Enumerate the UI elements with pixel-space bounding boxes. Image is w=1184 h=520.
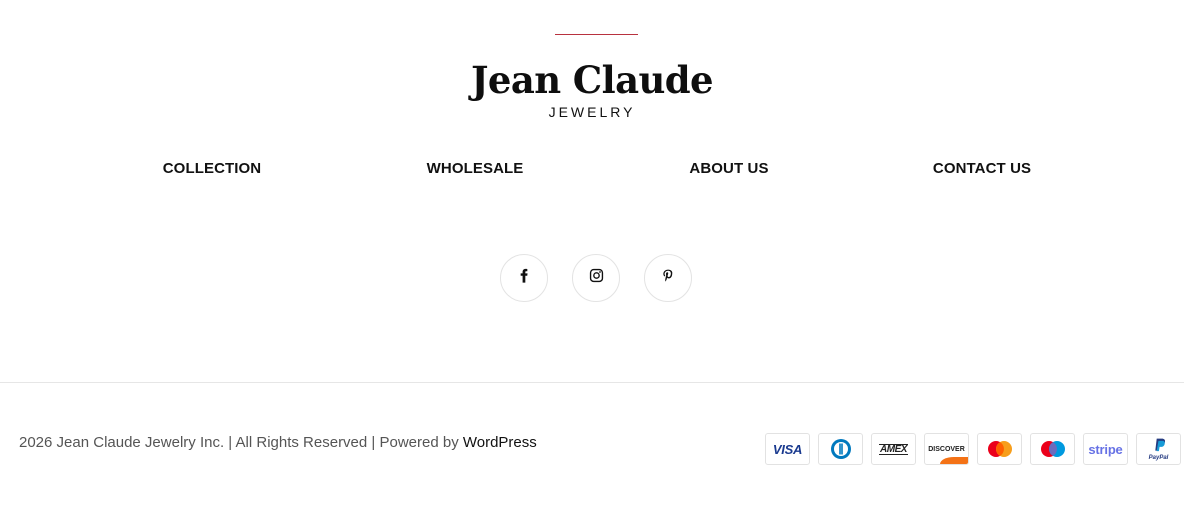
paypal-label: PayPal bbox=[1148, 455, 1169, 461]
amex-label: AMEX bbox=[879, 443, 908, 455]
nav-link-about-us[interactable]: ABOUT US bbox=[689, 160, 768, 177]
stripe-label: stripe bbox=[1088, 441, 1123, 457]
pinterest-button[interactable] bbox=[644, 254, 692, 302]
mastercard-icon bbox=[977, 433, 1022, 465]
discover-swoosh bbox=[940, 457, 968, 464]
nav-link-collection[interactable]: COLLECTION bbox=[163, 160, 262, 177]
diners-club-icon bbox=[818, 433, 863, 465]
instagram-button[interactable] bbox=[572, 254, 620, 302]
nav-link-contact-us[interactable]: CONTACT US bbox=[933, 160, 1031, 177]
footer-nav: COLLECTION WHOLESALE ABOUT US CONTACT US bbox=[0, 160, 1184, 182]
amex-icon: AMEX bbox=[871, 433, 916, 465]
discover-icon: DISCOVER bbox=[924, 433, 969, 465]
facebook-button[interactable] bbox=[500, 254, 548, 302]
wordpress-link[interactable]: WordPress bbox=[463, 434, 537, 451]
copyright-prefix: 2026 Jean Claude Jewelry Inc. | All Righ… bbox=[19, 434, 463, 451]
nav-link-wholesale[interactable]: WHOLESALE bbox=[427, 160, 524, 177]
footer-divider bbox=[0, 382, 1184, 383]
maestro-icon bbox=[1030, 433, 1075, 465]
visa-icon: VISA bbox=[765, 433, 810, 465]
instagram-icon bbox=[589, 268, 604, 288]
logo-tagline: JEWELRY bbox=[548, 104, 636, 120]
visa-label: VISA bbox=[772, 441, 803, 457]
paypal-icon: PayPal bbox=[1136, 433, 1181, 465]
pinterest-icon bbox=[661, 268, 675, 288]
site-logo[interactable]: Jean Claude JEWELRY bbox=[0, 56, 1184, 120]
copyright-text: 2026 Jean Claude Jewelry Inc. | All Righ… bbox=[19, 434, 537, 451]
stripe-icon: stripe bbox=[1083, 433, 1128, 465]
accent-line bbox=[555, 34, 638, 35]
discover-label: DISCOVER bbox=[928, 445, 965, 453]
facebook-icon bbox=[516, 268, 532, 289]
logo-name: Jean Claude bbox=[471, 58, 714, 102]
